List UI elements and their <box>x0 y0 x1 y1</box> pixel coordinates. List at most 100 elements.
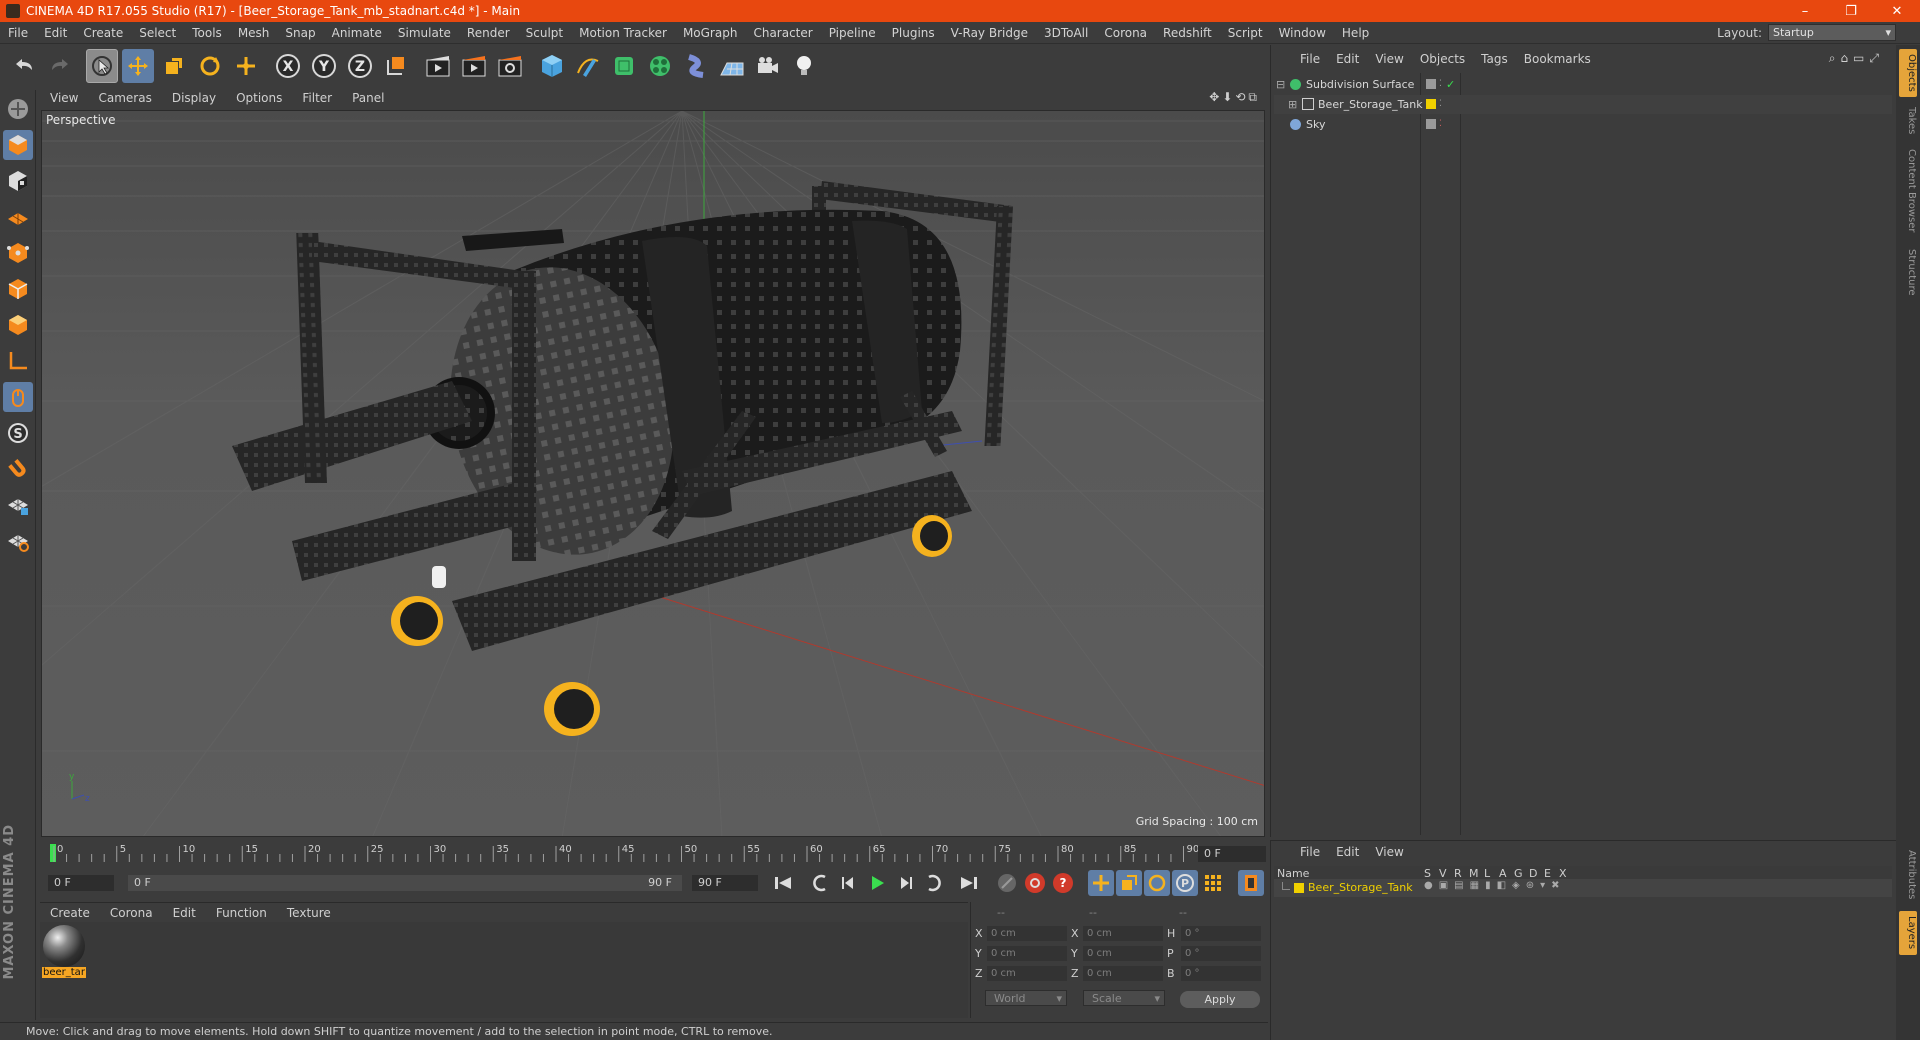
tweak-mode-icon[interactable] <box>3 382 33 412</box>
visibility-dots-icon[interactable]: ⁚ <box>1439 115 1442 134</box>
visibility-dots-icon[interactable]: ⁚ <box>1439 75 1442 94</box>
material-swatch[interactable]: beer_tar <box>42 925 86 983</box>
edges-mode-icon[interactable] <box>3 274 33 304</box>
frame-range-slider[interactable]: 0 F 90 F <box>128 875 682 891</box>
viewport-camera-label[interactable]: Perspective <box>46 113 116 127</box>
object-menu-view[interactable]: View <box>1367 52 1411 66</box>
render-settings-icon[interactable] <box>494 49 526 83</box>
key-point-level-icon[interactable] <box>1200 870 1226 896</box>
menu-edit[interactable]: Edit <box>36 26 75 40</box>
go-to-end-icon[interactable] <box>956 870 982 896</box>
undo-icon[interactable] <box>8 49 40 83</box>
previous-keyframe-icon[interactable] <box>808 870 834 896</box>
coordinate-system-icon[interactable] <box>380 49 412 83</box>
next-frame-icon[interactable] <box>892 870 918 896</box>
menu-plugins[interactable]: Plugins <box>884 26 943 40</box>
timeline-ruler[interactable]: 0 5 10 15 20 25 30 35 40 45 50 55 60 65 70 75 80 85 90 <box>48 840 1266 866</box>
object-name[interactable]: Sky <box>1306 115 1325 134</box>
current-frame-field[interactable]: 0 F <box>1198 846 1266 862</box>
viewport-menu-display[interactable]: Display <box>162 91 226 105</box>
viewport-menu-options[interactable]: Options <box>226 91 292 105</box>
key-scale-icon[interactable] <box>1116 870 1142 896</box>
tab-takes[interactable]: Takes <box>1899 103 1917 139</box>
viewport-navigation-icons[interactable]: ✥⬇⟲⧉ <box>1209 90 1260 105</box>
viewport-menu-cameras[interactable]: Cameras <box>88 91 161 105</box>
pen-spline-icon[interactable] <box>572 49 604 83</box>
deformer-icon[interactable] <box>680 49 712 83</box>
camera-icon[interactable] <box>752 49 784 83</box>
z-axis-lock-icon[interactable]: Z <box>344 49 376 83</box>
layer-color-icon[interactable] <box>1426 79 1436 89</box>
menu-animate[interactable]: Animate <box>324 26 390 40</box>
menu-render[interactable]: Render <box>459 26 518 40</box>
object-tree[interactable]: ⊟ Subdivision Surface ⁚ ✓ ⊞ Beer_Storage… <box>1274 73 1892 835</box>
snapping-icon[interactable] <box>3 454 33 484</box>
points-mode-icon[interactable] <box>3 238 33 268</box>
layer-menu-file[interactable]: File <box>1292 845 1328 859</box>
tab-objects[interactable]: Objects <box>1899 49 1917 97</box>
cube-primitive-icon[interactable] <box>536 49 568 83</box>
solo-mode-icon[interactable]: S <box>3 418 33 448</box>
subdivision-surface-icon[interactable] <box>608 49 640 83</box>
axis-mode-icon[interactable] <box>3 346 33 376</box>
recent-tools-icon[interactable] <box>230 49 262 83</box>
live-selection-icon[interactable] <box>86 49 118 83</box>
render-picture-viewer-icon[interactable] <box>458 49 490 83</box>
material-menu-edit[interactable]: Edit <box>163 906 206 920</box>
expand-toggle-icon[interactable]: ⊞ <box>1288 95 1297 114</box>
layout-select[interactable]: Startup <box>1768 24 1896 41</box>
layer-name[interactable]: Beer_Storage_Tank <box>1308 881 1413 894</box>
menu-redshift[interactable]: Redshift <box>1155 26 1220 40</box>
size-z-field[interactable]: 0 cm <box>1083 966 1163 981</box>
object-menu-edit[interactable]: Edit <box>1328 52 1367 66</box>
menu-help[interactable]: Help <box>1334 26 1377 40</box>
previous-frame-icon[interactable] <box>836 870 862 896</box>
menu-mograph[interactable]: MoGraph <box>675 26 746 40</box>
make-editable-icon[interactable] <box>3 94 33 124</box>
render-view-icon[interactable] <box>422 49 454 83</box>
key-parameter-icon[interactable]: P <box>1172 870 1198 896</box>
layer-menu-edit[interactable]: Edit <box>1328 845 1367 859</box>
layer-menu-view[interactable]: View <box>1367 845 1411 859</box>
light-icon[interactable] <box>788 49 820 83</box>
object-menu-bookmarks[interactable]: Bookmarks <box>1516 52 1599 66</box>
material-menu-corona[interactable]: Corona <box>100 906 163 920</box>
record-active-objects-icon[interactable] <box>1022 870 1048 896</box>
menu-3dtoall[interactable]: 3DToAll <box>1036 26 1096 40</box>
cloner-icon[interactable] <box>644 49 676 83</box>
menu-tools[interactable]: Tools <box>184 26 230 40</box>
workplane-mode-icon[interactable] <box>3 202 33 232</box>
layer-color-swatch[interactable] <box>1294 883 1304 893</box>
menu-file[interactable]: File <box>0 26 36 40</box>
collapse-toggle-icon[interactable]: ⊟ <box>1276 75 1285 94</box>
menu-create[interactable]: Create <box>75 26 131 40</box>
viewport-menu-panel[interactable]: Panel <box>342 91 394 105</box>
end-frame-field[interactable]: 90 F <box>692 875 758 891</box>
workplane-orientation-icon[interactable] <box>3 526 33 556</box>
menu-pipeline[interactable]: Pipeline <box>821 26 884 40</box>
menu-mesh[interactable]: Mesh <box>230 26 278 40</box>
floor-icon[interactable] <box>716 49 748 83</box>
size-x-field[interactable]: 0 cm <box>1083 926 1163 941</box>
menu-sculpt[interactable]: Sculpt <box>518 26 571 40</box>
restore-button[interactable]: ❐ <box>1828 4 1874 19</box>
material-menu-texture[interactable]: Texture <box>277 906 341 920</box>
menu-window[interactable]: Window <box>1271 26 1334 40</box>
object-row-beer-storage-tank[interactable]: ⊞ Beer_Storage_Tank ⁚ <box>1274 95 1892 114</box>
object-name[interactable]: Subdivision Surface <box>1306 75 1414 94</box>
visibility-dots-icon[interactable]: ⁚ <box>1439 95 1442 114</box>
object-name[interactable]: Beer_Storage_Tank <box>1318 95 1423 114</box>
menu-script[interactable]: Script <box>1220 26 1271 40</box>
rotation-p-field[interactable]: 0 ° <box>1181 946 1261 961</box>
texture-mode-icon[interactable] <box>3 166 33 196</box>
rotation-h-field[interactable]: 0 ° <box>1181 926 1261 941</box>
redo-icon[interactable] <box>44 49 76 83</box>
viewport-menu-view[interactable]: View <box>40 91 88 105</box>
perspective-viewport[interactable]: y z Perspective Grid Spacing : 100 cm <box>41 110 1265 837</box>
size-mode-select[interactable]: Scale <box>1083 990 1165 1007</box>
menu-motion-tracker[interactable]: Motion Tracker <box>571 26 675 40</box>
viewport-menu-filter[interactable]: Filter <box>292 91 342 105</box>
enabled-check-icon[interactable]: ✓ <box>1446 75 1455 94</box>
go-to-start-icon[interactable] <box>770 870 796 896</box>
tab-content-browser[interactable]: Content Browser <box>1899 143 1917 239</box>
